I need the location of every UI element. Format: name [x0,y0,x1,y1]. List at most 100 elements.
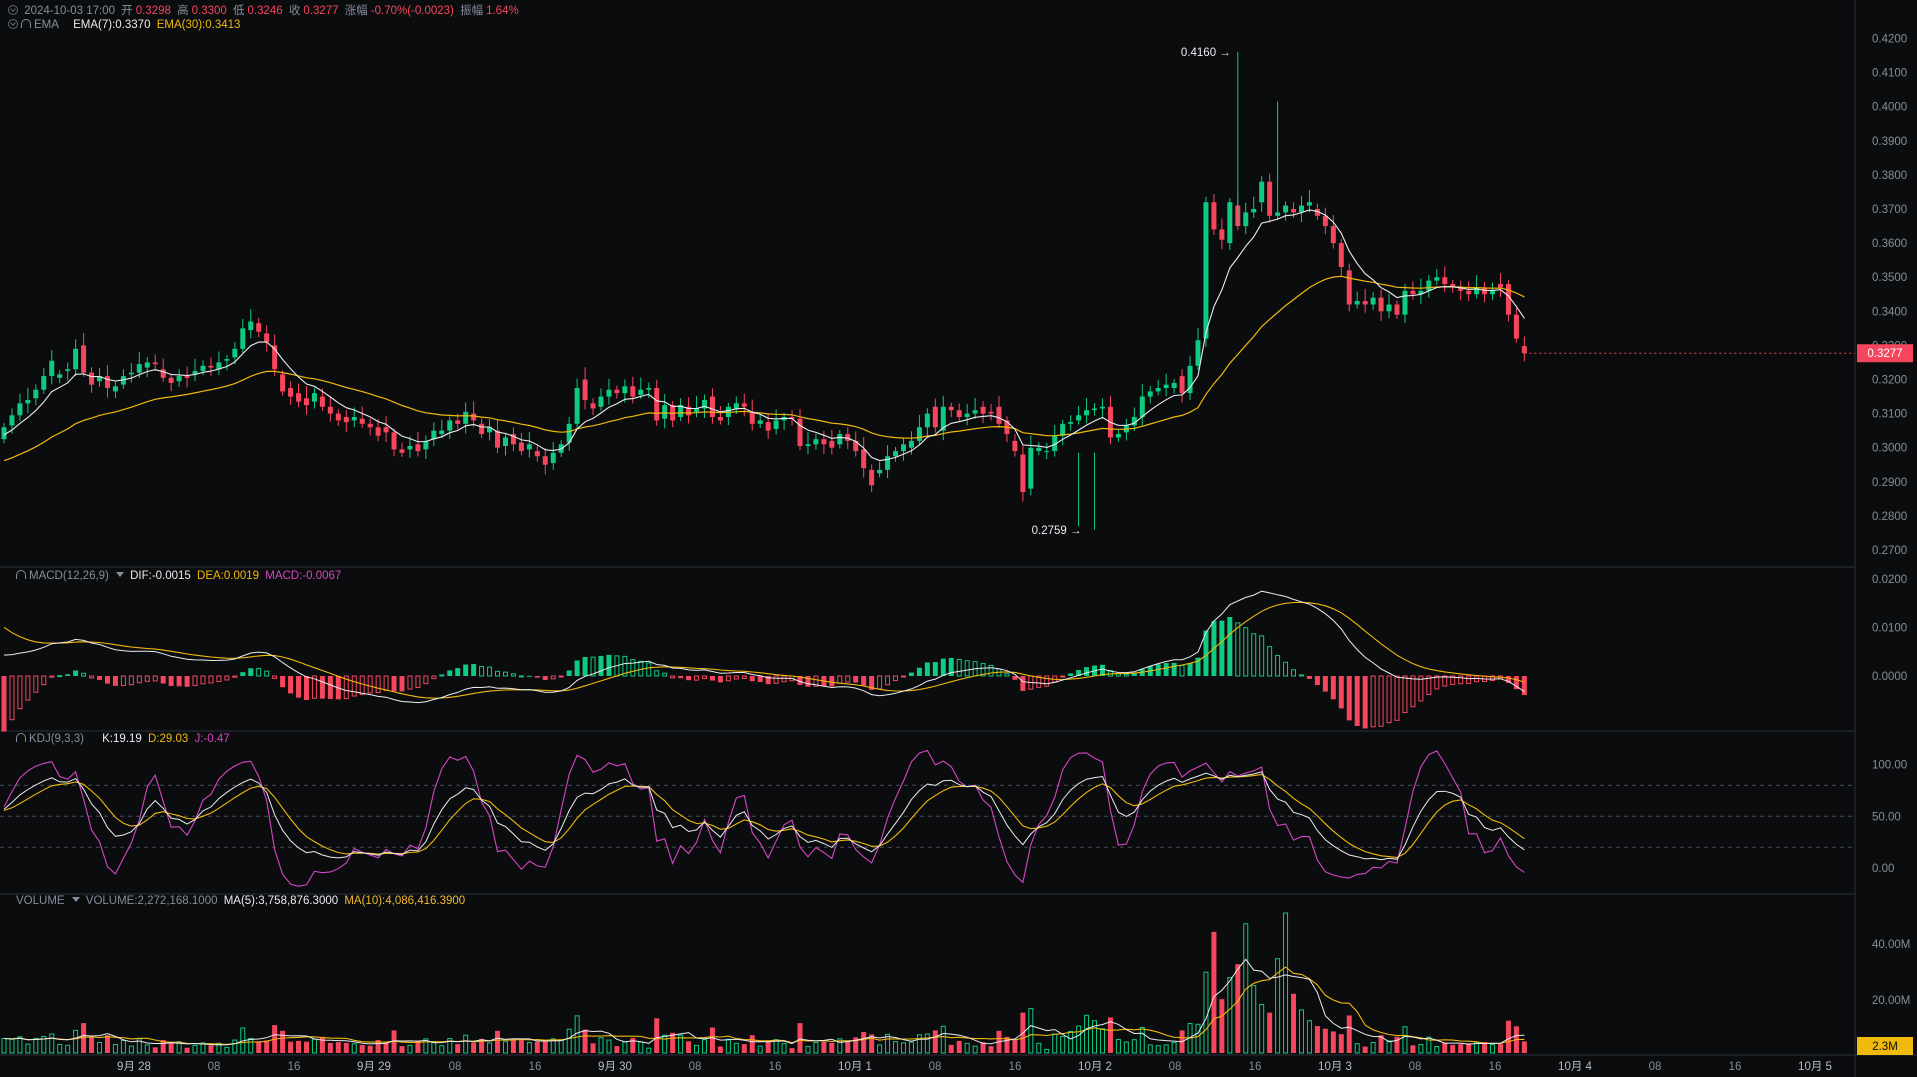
candle-body[interactable] [1370,297,1376,305]
candle-body[interactable] [383,427,389,433]
candle-body[interactable] [1155,388,1161,392]
candle-body[interactable] [797,418,803,446]
candle-body[interactable] [335,413,341,421]
candle-body[interactable] [837,434,843,445]
candle-body[interactable] [1171,382,1177,389]
candle-body[interactable] [574,388,580,424]
candle-body[interactable] [1084,410,1090,416]
candle-body[interactable] [351,417,357,421]
candle-body[interactable] [399,449,405,453]
candle-body[interactable] [582,379,588,400]
candle-body[interactable] [1076,415,1082,421]
candle-body[interactable] [638,389,644,395]
candle-body[interactable] [1410,290,1416,295]
candle-body[interactable] [423,440,429,450]
candle-body[interactable] [741,403,747,407]
candle-body[interactable] [1092,408,1098,411]
candle-body[interactable] [646,388,652,390]
candle-body[interactable] [439,430,445,435]
candle-body[interactable] [256,323,262,332]
candle-body[interactable] [821,439,827,445]
candle-body[interactable] [1099,406,1105,409]
candle-body[interactable] [479,423,485,435]
bell-icon[interactable] [16,733,26,742]
candle-body[interactable] [1426,280,1432,291]
candle-body[interactable] [598,396,604,407]
candle-body[interactable] [184,376,190,378]
candle-body[interactable] [128,372,134,375]
candle-body[interactable] [303,398,309,406]
candle-body[interactable] [622,386,628,394]
candle-body[interactable] [502,437,508,446]
candle-body[interactable] [1068,422,1074,424]
candle-body[interactable] [1378,297,1384,312]
candle-body[interactable] [1036,447,1042,452]
candle-body[interactable] [81,345,87,373]
candle-body[interactable] [1195,340,1201,366]
candle-body[interactable] [885,456,891,470]
candle-body[interactable] [1060,423,1066,436]
candle-body[interactable] [89,372,95,385]
candle-body[interactable] [104,376,110,389]
candle-body[interactable] [1490,290,1496,295]
candle-body[interactable] [152,362,158,365]
candle-body[interactable] [176,376,182,382]
candle-body[interactable] [1012,440,1018,452]
candle-body[interactable] [375,427,381,436]
collapse-icon[interactable] [8,5,18,15]
candle-body[interactable] [65,369,71,371]
candle-body[interactable] [9,415,15,426]
candle-body[interactable] [996,406,1002,424]
candle-body[interactable] [1394,304,1400,315]
candle-body[interactable] [964,413,970,418]
candle-body[interactable] [749,411,755,424]
candle-body[interactable] [980,406,986,414]
candle-body[interactable] [391,432,397,450]
candle-body[interactable] [1115,434,1121,438]
candle-body[interactable] [1259,181,1265,203]
candle-body[interactable] [1402,290,1408,315]
candle-body[interactable] [296,393,302,402]
candle-body[interactable] [1267,181,1273,216]
candle-body[interactable] [232,348,238,358]
candle-body[interactable] [1219,229,1225,240]
candle-body[interactable] [240,328,246,349]
candle-body[interactable] [733,403,739,409]
candle-body[interactable] [447,420,453,431]
candle-body[interactable] [1386,304,1392,312]
candle-body[interactable] [1179,376,1185,394]
candle-body[interactable] [168,377,174,383]
candle-body[interactable] [1354,301,1360,305]
candle-body[interactable] [893,451,899,457]
candle-body[interactable] [1434,277,1440,281]
candle-body[interactable] [1298,205,1304,213]
candle-body[interactable] [630,386,636,397]
candle-body[interactable] [614,389,620,394]
candle-body[interactable] [407,445,413,450]
candle-body[interactable] [288,388,294,397]
candle-body[interactable] [208,365,214,368]
collapse-icon[interactable] [8,19,18,29]
candle-body[interactable] [49,360,55,377]
bell-icon[interactable] [21,19,31,28]
bell-icon[interactable] [16,570,26,579]
candle-body[interactable] [829,440,835,448]
candle-body[interactable] [1044,451,1050,453]
candle-body[interactable] [606,389,612,397]
candle-body[interactable] [1163,384,1169,389]
candle-body[interactable] [1203,202,1209,339]
candle-body[interactable] [112,386,118,392]
candle-body[interactable] [1251,209,1257,213]
chevron-down-icon[interactable] [115,572,124,577]
candle-body[interactable] [948,406,954,411]
candle-body[interactable] [1139,396,1145,418]
candle-body[interactable] [662,405,668,419]
candle-body[interactable] [877,469,883,474]
candle-body[interactable] [17,403,23,416]
candle-body[interactable] [773,420,779,429]
candle-body[interactable] [1513,314,1519,339]
candle-body[interactable] [916,427,922,441]
candle-body[interactable] [1243,212,1249,227]
candle-body[interactable] [534,451,540,457]
candle-body[interactable] [280,374,286,392]
